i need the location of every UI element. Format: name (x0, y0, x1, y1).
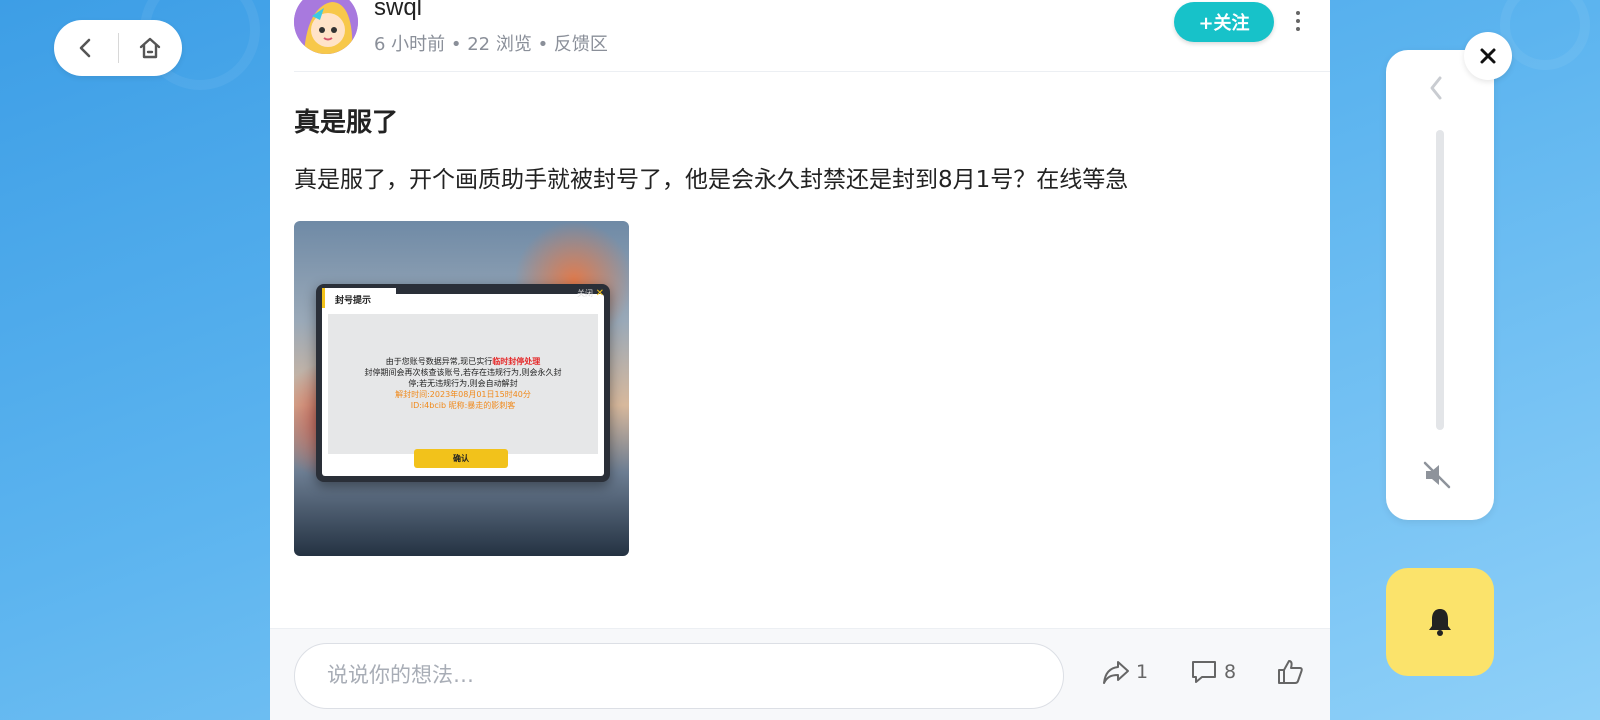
post-header: swql 6 小时前 • 22 浏览 • 反馈区 +关注 (294, 0, 1330, 72)
post-meta: 6 小时前 • 22 浏览 • 反馈区 (374, 34, 608, 55)
comment-input[interactable]: 说说你的想法… (294, 643, 1064, 709)
close-icon: ✕ (595, 288, 604, 299)
dialog-confirm-button: 确认 (414, 449, 508, 468)
dialog-line-2: 封停期间会再次核查该账号,若存在违规行为,则会永久封 (364, 368, 562, 377)
mute-button[interactable] (1422, 460, 1452, 494)
dialog-content: 由于您账号数据异常,现已实行临时封停处理 封停期间会再次核查该账号,若存在违规行… (328, 314, 598, 454)
post-title: 真是服了 (294, 108, 399, 138)
author-name[interactable]: swql (374, 0, 422, 22)
dialog-line-4: 解封时间:2023年08月01日15时40分 (395, 390, 531, 399)
comment-icon (1192, 661, 1216, 683)
notification-button[interactable] (1386, 568, 1494, 676)
dialog-line-3: 停;若无违规行为,则会自动解封 (408, 379, 518, 388)
dialog-line-5: ID:i4bcib 昵称:暴走的影刺客 (410, 401, 516, 410)
share-count: 1 (1136, 661, 1149, 683)
follow-button[interactable]: +关注 (1174, 2, 1274, 42)
home-button[interactable] (119, 20, 183, 76)
speaker-muted-icon (1423, 461, 1451, 489)
dialog-line-1: 由于您账号数据异常,现已实行临时封停处理 (328, 356, 598, 367)
dialog-line-1-highlight: 临时封停处理 (492, 357, 541, 366)
share-button[interactable]: 1 (1102, 659, 1148, 685)
back-button[interactable] (54, 20, 118, 76)
post-image[interactable]: 封号提示 关闭 ✕ 由于您账号数据异常,现已实行临时封停处理 封停期间会再次核查… (294, 221, 629, 556)
dialog-line-1-prefix: 由于您账号数据异常,现已实行 (385, 357, 493, 366)
side-panel (1386, 50, 1494, 520)
chevron-left-icon (79, 38, 91, 58)
close-panel-button[interactable] (1464, 32, 1512, 80)
avatar-illustration-icon (294, 0, 358, 54)
more-dots-icon (1296, 27, 1300, 31)
chevron-left-icon (1430, 76, 1442, 100)
nav-pill (54, 20, 182, 76)
post-card: swql 6 小时前 • 22 浏览 • 反馈区 +关注 真是服了 真是服了，开… (270, 0, 1330, 720)
bell-icon (1429, 609, 1451, 636)
dialog-close: 关闭 ✕ (577, 288, 604, 299)
volume-slider[interactable] (1436, 130, 1444, 430)
more-dots-icon (1296, 19, 1300, 23)
background-decoration (1500, 0, 1590, 70)
like-button[interactable] (1276, 659, 1304, 685)
share-icon (1103, 661, 1129, 684)
more-options-button[interactable] (1288, 8, 1308, 34)
comment-count: 8 (1224, 661, 1237, 683)
post-body: 真是服了，开个画质助手就被封号了，他是会永久封禁还是封到8月1号？在线等急 (294, 167, 1129, 193)
avatar[interactable] (294, 0, 358, 54)
more-dots-icon (1296, 11, 1300, 15)
bottom-action-bar: 说说你的想法… 1 8 (270, 628, 1330, 720)
dialog-tab-label: 封号提示 (322, 288, 396, 308)
dialog-close-label: 关闭 (577, 289, 594, 298)
thumbs-up-icon (1278, 660, 1303, 684)
home-icon (140, 37, 161, 59)
side-prev-button[interactable] (1424, 74, 1448, 106)
ban-notice-dialog: 封号提示 关闭 ✕ 由于您账号数据异常,现已实行临时封停处理 封停期间会再次核查… (316, 284, 610, 482)
comment-button[interactable]: 8 (1190, 659, 1236, 685)
close-icon (1480, 48, 1496, 64)
